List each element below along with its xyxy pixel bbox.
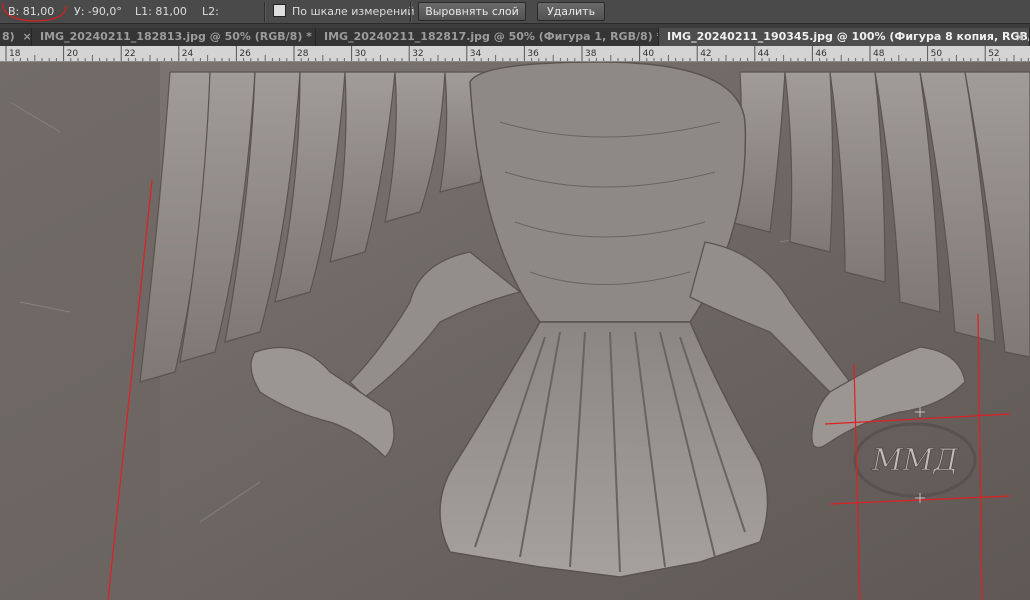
ruler-label: 26 — [239, 49, 251, 59]
image-canvas[interactable]: ММД — [0, 62, 1030, 600]
ruler-label: 52 — [988, 49, 999, 59]
tab-label: IMG_20240211_182813.jpg @ 50% (RGB/8) * — [40, 30, 312, 43]
document-tab-bar: 8) × IMG_20240211_182813.jpg @ 50% (RGB/… — [0, 28, 1030, 46]
options-separator — [264, 2, 266, 22]
ruler-label: 42 — [700, 49, 711, 59]
tab-document-1[interactable]: IMG_20240211_182813.jpg @ 50% (RGB/8) * … — [32, 28, 316, 46]
ruler-label: 24 — [182, 49, 194, 59]
ruler-label: 46 — [815, 49, 827, 59]
ruler-label: 44 — [758, 49, 770, 59]
ruler-label: 32 — [412, 49, 423, 59]
ruler-label: 22 — [124, 49, 135, 59]
tab-label: IMG_20240211_190345.jpg @ 100% (Фигура 8… — [667, 30, 1030, 43]
ruler-label: 30 — [355, 49, 367, 59]
ruler-label: 36 — [527, 49, 539, 59]
b-value[interactable]: 81,00 — [23, 5, 55, 18]
tab-close-icon[interactable]: × — [1015, 28, 1025, 46]
ruler-label: 18 — [9, 49, 21, 59]
mint-mark-text: ММД — [871, 443, 958, 478]
b-field: В: 81,00 — [8, 5, 54, 18]
tab-label: IMG_20240211_182817.jpg @ 50% (Фигура 1,… — [324, 30, 659, 43]
ruler-label: 28 — [297, 49, 309, 59]
b-label: В: — [8, 5, 20, 18]
delete-button[interactable]: Удалить — [537, 2, 605, 21]
scale-checkbox-label[interactable]: По шкале измерений — [292, 5, 415, 18]
tab-document-0[interactable]: 8) × — [0, 28, 32, 46]
ruler-ticks: 18 20 22 24 26 28 30 32 34 36 38 40 42 44 46 48 50 52 — [5, 46, 1029, 61]
ruler-label: 38 — [585, 49, 597, 59]
ruler-label: 34 — [470, 49, 482, 59]
options-bar: В: 81,00 У: -90,0° L1: 81,00 L2: По шкал… — [0, 0, 1030, 24]
u-value[interactable]: -90,0° — [88, 5, 122, 18]
coin-photo: ММД — [0, 62, 1030, 600]
l1-field: L1: 81,00 — [135, 5, 187, 18]
options-separator — [410, 2, 412, 22]
tab-label: 8) — [2, 30, 15, 43]
l1-value[interactable]: 81,00 — [155, 5, 187, 18]
ruler-label: 40 — [643, 49, 655, 59]
u-field: У: -90,0° — [74, 5, 122, 18]
l2-label: L2: — [202, 5, 219, 18]
horizontal-ruler[interactable]: 18 20 22 24 26 28 30 32 34 36 38 40 42 44 46 48 50 52 — [0, 46, 1030, 62]
tab-document-2[interactable]: IMG_20240211_182817.jpg @ 50% (Фигура 1,… — [316, 28, 659, 46]
tab-close-icon[interactable]: × — [23, 30, 31, 43]
ruler-label: 48 — [873, 49, 885, 59]
l2-field: L2: — [202, 5, 219, 18]
ruler-label: 50 — [931, 49, 943, 59]
scale-checkbox[interactable] — [273, 4, 286, 17]
ruler-label: 20 — [67, 49, 79, 59]
tab-document-3-active[interactable]: IMG_20240211_190345.jpg @ 100% (Фигура 8… — [659, 28, 1030, 46]
u-label: У: — [74, 5, 85, 18]
l1-label: L1: — [135, 5, 152, 18]
align-layer-button[interactable]: Выровнять слой — [418, 2, 526, 21]
